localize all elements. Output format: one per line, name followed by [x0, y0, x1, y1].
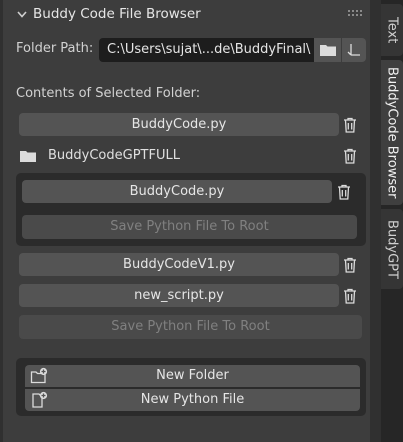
- folder-path-label: Folder Path:: [16, 41, 94, 56]
- chevron-down-icon[interactable]: [15, 7, 29, 21]
- save-to-root-button-nested[interactable]: Save Python File To Root: [22, 215, 357, 239]
- trash-icon[interactable]: [334, 180, 354, 203]
- new-folder-icon: [30, 367, 48, 384]
- tab-budygpt[interactable]: BudyGPT: [381, 209, 403, 289]
- new-folder-button[interactable]: New Folder: [25, 365, 360, 387]
- panel-header[interactable]: Buddy Code File Browser: [3, 0, 370, 28]
- tab-buddycode-browser[interactable]: BuddyCode Browser: [381, 60, 403, 205]
- panel-title: Buddy Code File Browser: [33, 6, 201, 22]
- new-folder-label: New Folder: [156, 368, 229, 383]
- contents-label: Contents of Selected Folder:: [16, 86, 201, 101]
- file-browse-button[interactable]: [342, 38, 366, 62]
- folder-name: BuddyCodeGPTFULL: [48, 148, 180, 163]
- drag-grip-icon[interactable]: [348, 10, 362, 18]
- file-button-buddycode-nested[interactable]: BuddyCode.py: [22, 180, 332, 203]
- folder-row-buddycodegptfull[interactable]: BuddyCodeGPTFULL: [16, 144, 336, 168]
- file-button-buddycode[interactable]: BuddyCode.py: [19, 113, 339, 136]
- file-browser-panel: Buddy Code File Browser Folder Path: C:\…: [3, 0, 370, 442]
- tab-text[interactable]: Text: [381, 4, 403, 56]
- trash-icon[interactable]: [340, 113, 360, 136]
- trash-icon[interactable]: [340, 144, 360, 167]
- file-button-buddycodev1[interactable]: BuddyCodeV1.py: [19, 253, 339, 276]
- new-python-file-button[interactable]: New Python File: [25, 389, 360, 411]
- file-button-new-script[interactable]: new_script.py: [19, 284, 339, 307]
- trash-icon[interactable]: [340, 253, 360, 276]
- trash-icon[interactable]: [340, 284, 360, 307]
- save-to-root-button[interactable]: Save Python File To Root: [19, 315, 362, 339]
- new-file-icon: [32, 391, 48, 408]
- new-python-file-label: New Python File: [140, 392, 245, 407]
- folder-icon: [20, 151, 36, 162]
- folder-icon: [319, 45, 336, 56]
- folder-path-field[interactable]: C:\Users\sujat\...de\BuddyFinal\: [99, 38, 314, 62]
- sidebar-tabs: Text BuddyCode Browser BudyGPT: [381, 0, 403, 442]
- corner-arrow-icon: [347, 44, 360, 56]
- browse-folder-button[interactable]: [314, 38, 341, 62]
